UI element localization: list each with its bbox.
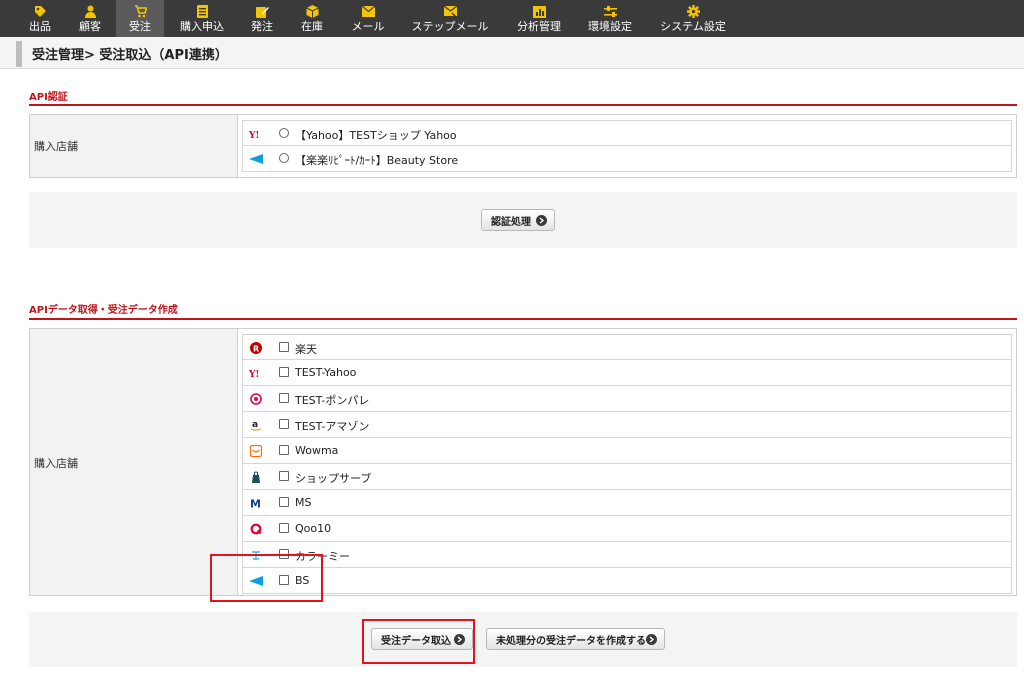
arrow-right-icon [536, 215, 547, 226]
api-fetch-divider [29, 318, 1017, 320]
fetch-store-option-wowma[interactable]: Wowma [242, 438, 1012, 464]
create-unprocessed-orders-button[interactable]: 未処理分の受注データを作成する [486, 628, 665, 650]
rakuten-logo-icon: R [249, 341, 263, 354]
mail-icon [361, 5, 375, 18]
auth-store-label-yahoo: 【Yahoo】TESTショップ Yahoo [295, 129, 457, 142]
api-auth-action-bar: 認証処理 [29, 192, 1017, 248]
nav-item-listing[interactable]: 出品 [28, 0, 52, 37]
annotation-highlight-import-button [362, 619, 475, 664]
svg-text:R: R [253, 344, 259, 353]
api-auth-divider [29, 104, 1017, 106]
fetch-store-label-test-yahoo: TEST-Yahoo [295, 366, 357, 379]
nav-item-orders[interactable]: 受注 [116, 0, 164, 37]
yahoo-logo-icon: Y! [249, 366, 263, 379]
api-auth-heading: API認証 [29, 92, 68, 103]
fetch-store-checkbox-wowma[interactable] [279, 445, 289, 455]
authenticate-button-label: 認証処理 [491, 216, 531, 228]
auth-store-radio-yahoo[interactable] [279, 128, 289, 138]
api-auth-store-table: 購入店舗 Y! 【Yahoo】TESTショップ Yahoo 【楽楽ﾘﾋﾟｰﾄ/ｶ… [29, 114, 1017, 178]
authenticate-button[interactable]: 認証処理 [481, 209, 555, 231]
nav-item-purchase-order[interactable]: 発注 [249, 0, 275, 37]
makeshop-logo-icon: M [249, 496, 263, 509]
api-fetch-label-cell: 購入店舗 [30, 329, 238, 595]
fetch-store-label-wowma: Wowma [295, 444, 339, 457]
wowma-logo-icon [249, 444, 263, 457]
fetch-store-label-shopserve: ショップサーブ [295, 472, 372, 485]
fetch-store-option-test-ponpare[interactable]: TEST-ポンパレ [242, 386, 1012, 412]
api-fetch-store-label: 購入店舗 [34, 457, 78, 470]
yahoo-logo-icon: Y! [249, 127, 263, 140]
api-auth-label-cell: 購入店舗 [30, 115, 238, 177]
fetch-store-checkbox-shopserve[interactable] [279, 471, 289, 481]
annotation-highlight-bs-option [210, 554, 323, 602]
rakuraku-logo-icon [249, 152, 263, 165]
nav-item-system-settings[interactable]: システム設定 [657, 0, 729, 37]
nav-item-customer[interactable]: 顧客 [78, 0, 102, 37]
tag-icon [34, 5, 47, 18]
nav-item-analytics[interactable]: 分析管理 [515, 0, 563, 37]
fetch-store-checkbox-test-amazon[interactable] [279, 419, 289, 429]
nav-item-inventory[interactable]: 在庫 [299, 0, 325, 37]
top-navigation: 出品 顧客 受注 購入申込 発注 在庫 メール ステップメール 分析管理 環境設… [0, 0, 1024, 37]
fetch-store-label-test-amazon: TEST-アマゾン [295, 420, 370, 433]
page-title-bar: 受注管理> 受注取込（API連携） [0, 37, 1024, 69]
svg-text:M: M [250, 497, 261, 509]
api-fetch-action-bar: 受注データ取込 未処理分の受注データを作成する [29, 612, 1017, 667]
nav-item-environment-settings[interactable]: 環境設定 [586, 0, 634, 37]
create-unprocessed-orders-button-label: 未処理分の受注データを作成する [496, 635, 646, 647]
fetch-store-option-shopserve[interactable]: ショップサーブ [242, 464, 1012, 490]
fetch-store-option-rakuten[interactable]: R 楽天 [242, 334, 1012, 360]
api-auth-store-label: 購入店舗 [34, 140, 78, 153]
auth-store-radio-beauty-store[interactable] [279, 153, 289, 163]
arrow-right-icon [646, 634, 657, 645]
edit-icon [255, 5, 269, 18]
amazon-logo-icon: a [249, 418, 263, 431]
nav-item-mail[interactable]: メール [350, 0, 386, 37]
fetch-store-option-test-amazon[interactable]: a TEST-アマゾン [242, 412, 1012, 438]
fetch-store-label-qoo10: Qoo10 [295, 522, 332, 535]
fetch-store-option-ms[interactable]: M MS [242, 490, 1012, 516]
fetch-store-label-ms: MS [295, 496, 312, 509]
svg-text:a: a [252, 420, 258, 430]
auth-store-option-yahoo[interactable]: Y! 【Yahoo】TESTショップ Yahoo [242, 120, 1012, 146]
fetch-store-option-colorme[interactable]: カラーミー [242, 542, 1012, 568]
qoo10-logo-icon [249, 522, 263, 535]
svg-text:Y!: Y! [249, 370, 259, 378]
step-mail-icon [443, 5, 457, 18]
ponpare-logo-icon [249, 392, 263, 405]
box-icon [305, 5, 319, 18]
api-fetch-store-table: 購入店舗 R 楽天 Y! TEST-Yahoo TEST-ポンパレ a TEST… [29, 328, 1017, 596]
auth-store-option-beauty-store[interactable]: 【楽楽ﾘﾋﾟｰﾄ/ｶｰﾄ】Beauty Store [242, 146, 1012, 172]
list-icon [196, 5, 208, 18]
svg-text:Y!: Y! [249, 131, 259, 139]
fetch-store-option-bs[interactable]: BS [242, 568, 1012, 594]
fetch-store-checkbox-test-ponpare[interactable] [279, 393, 289, 403]
sliders-icon [603, 5, 617, 18]
fetch-store-option-qoo10[interactable]: Qoo10 [242, 516, 1012, 542]
fetch-store-option-test-yahoo[interactable]: Y! TEST-Yahoo [242, 360, 1012, 386]
fetch-store-label-rakuten: 楽天 [295, 343, 317, 356]
fetch-store-checkbox-ms[interactable] [279, 497, 289, 507]
auth-store-label-beauty-store: 【楽楽ﾘﾋﾟｰﾄ/ｶｰﾄ】Beauty Store [295, 154, 459, 167]
gear-icon [686, 5, 700, 18]
person-icon [84, 5, 97, 18]
api-fetch-heading: APIデータ取得・受注データ作成 [29, 305, 178, 316]
nav-item-step-mail[interactable]: ステップメール [410, 0, 490, 37]
fetch-store-label-test-ponpare: TEST-ポンパレ [295, 394, 370, 407]
page-title: 受注管理> 受注取込（API連携） [32, 48, 228, 63]
cart-icon [134, 5, 147, 18]
title-accent-bar [16, 41, 22, 67]
fetch-store-checkbox-rakuten[interactable] [279, 342, 289, 352]
chart-icon [532, 5, 546, 18]
nav-item-purchase-application[interactable]: 購入申込 [178, 0, 226, 37]
fetch-store-checkbox-qoo10[interactable] [279, 523, 289, 533]
fetch-store-checkbox-test-yahoo[interactable] [279, 367, 289, 377]
shopserve-logo-icon [249, 470, 263, 483]
